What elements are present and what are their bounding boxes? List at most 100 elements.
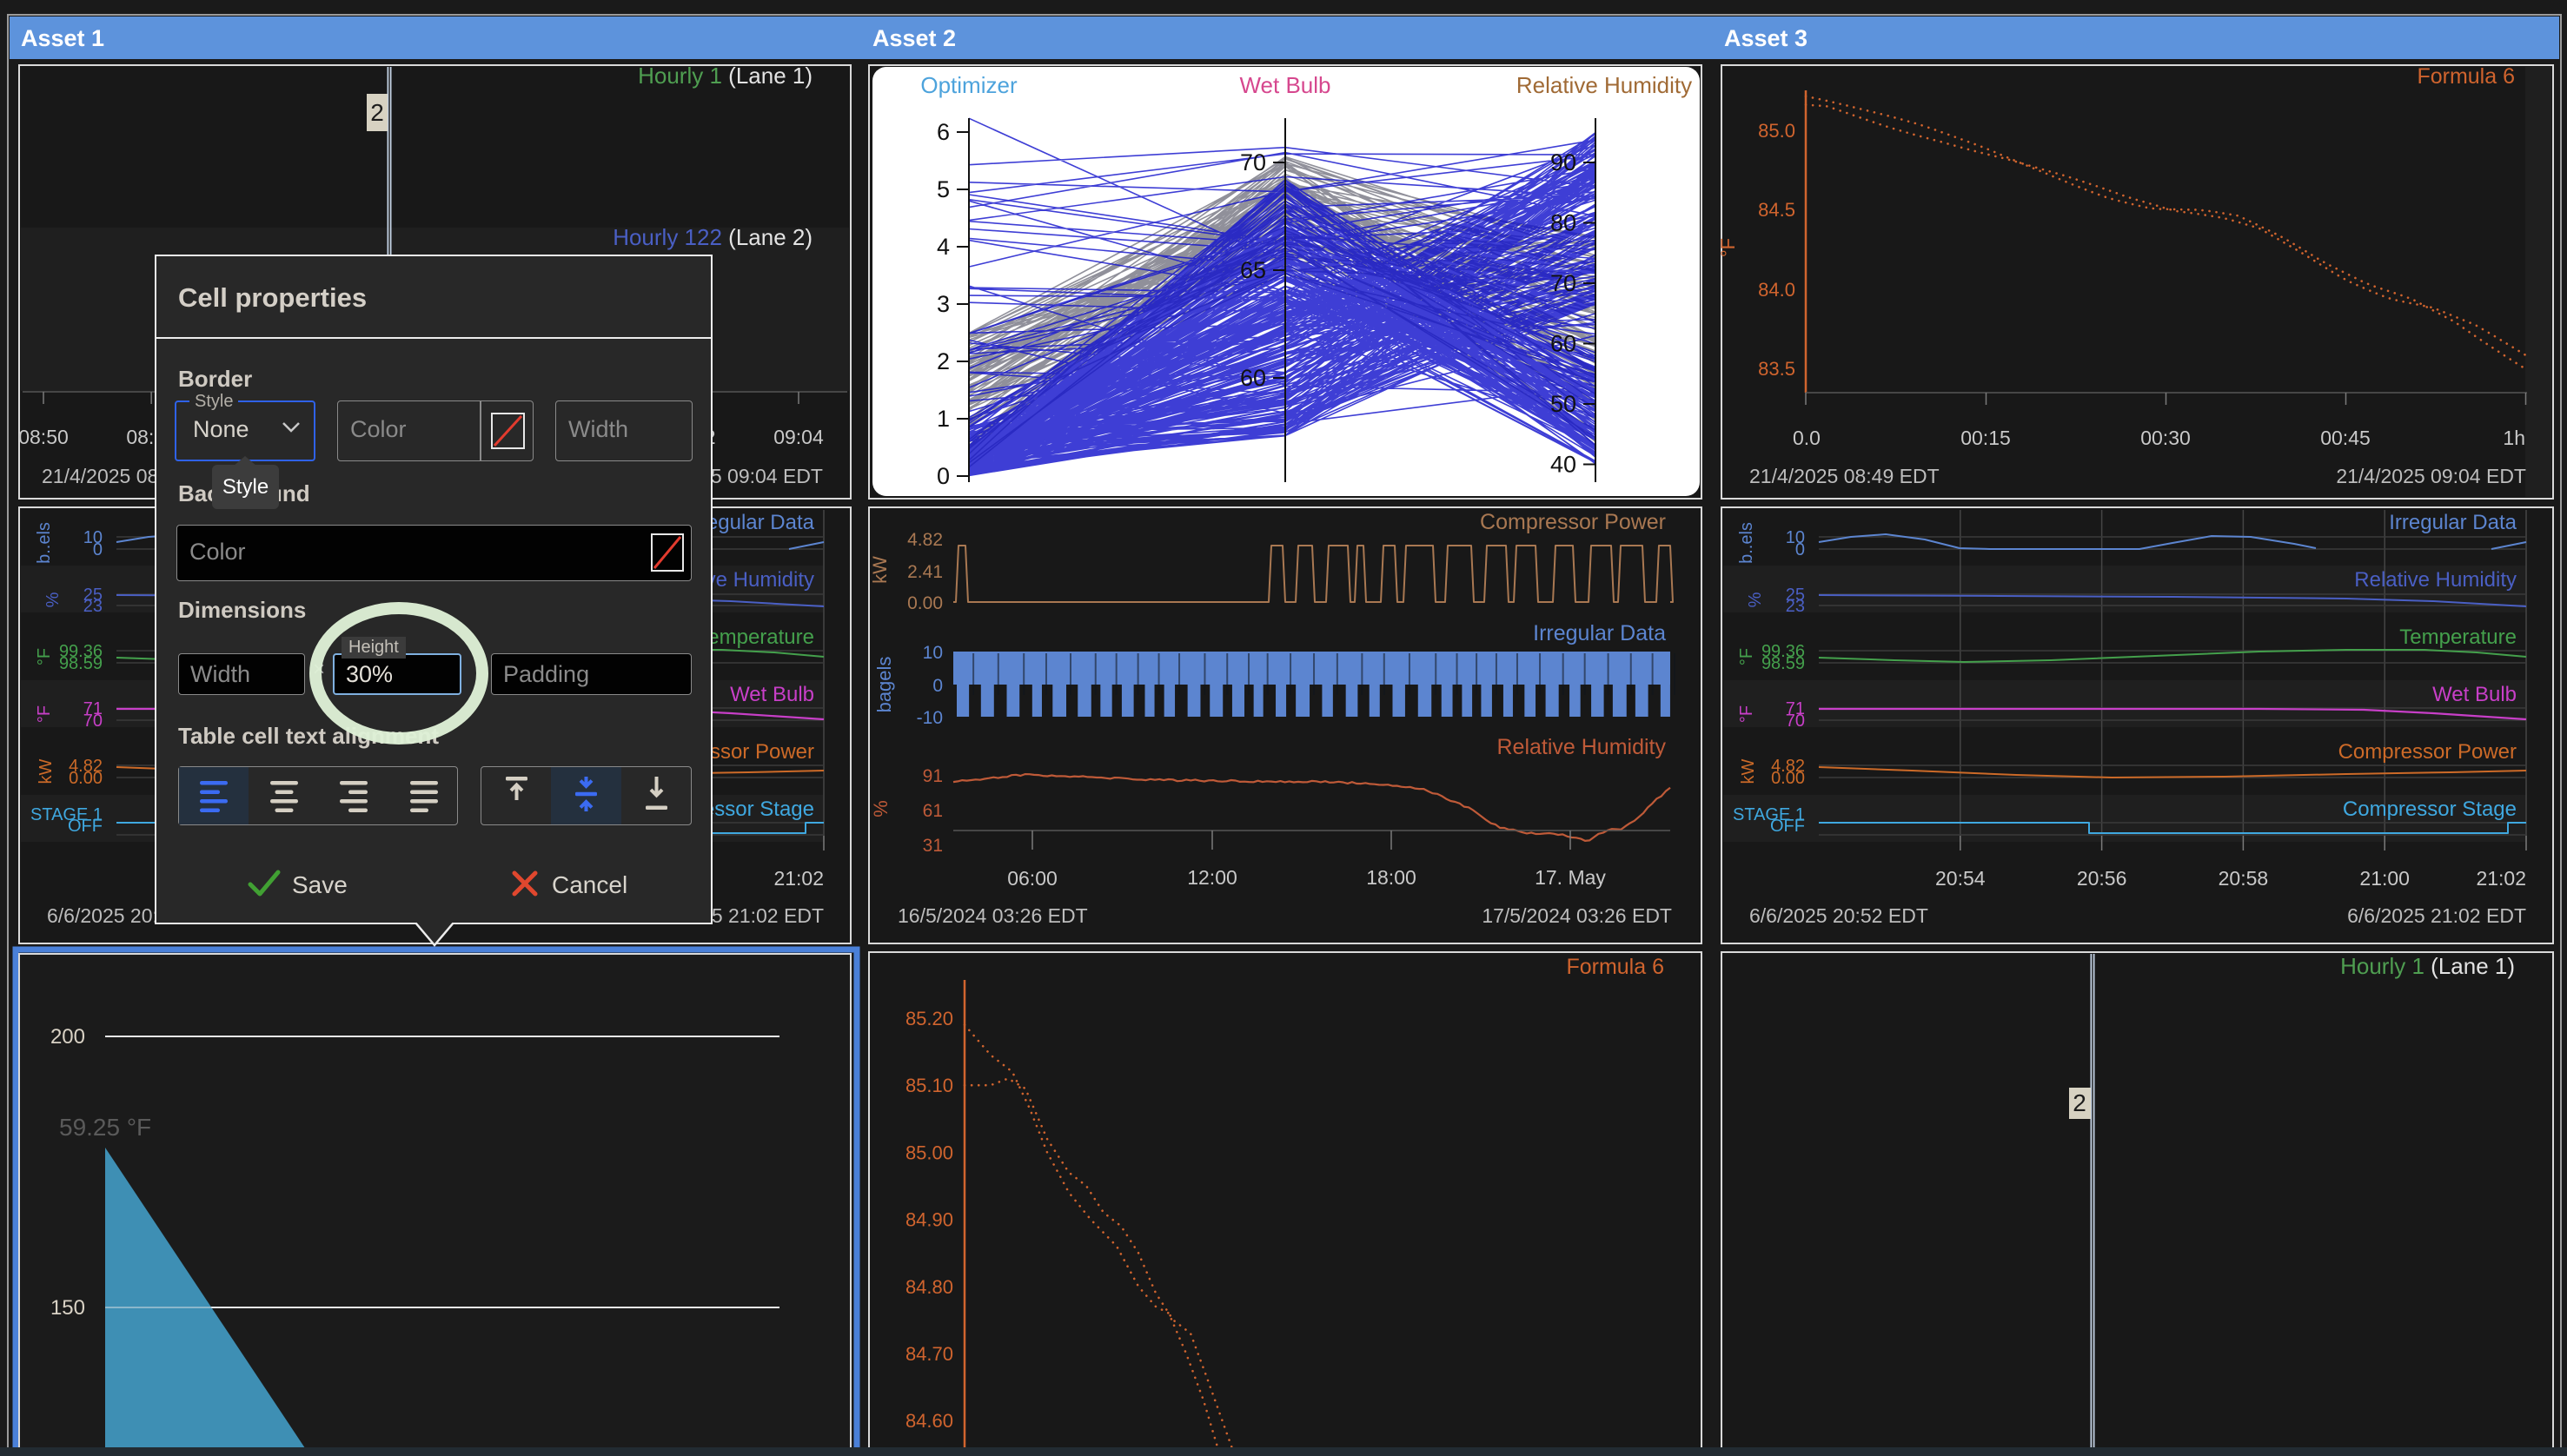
svg-text:6/6/2025 20:52 EDT: 6/6/2025 20:52 EDT <box>1749 904 1928 927</box>
svg-text:6/6/2025 21:02 EDT: 6/6/2025 21:02 EDT <box>2347 904 2526 927</box>
svg-text:Temperature: Temperature <box>2399 625 2517 649</box>
svg-text:0: 0 <box>932 676 943 696</box>
svg-text:17/5/2024 03:26 EDT: 17/5/2024 03:26 EDT <box>1482 904 1672 927</box>
svg-text:6: 6 <box>937 119 950 145</box>
svg-text:Hourly 122 (Lane 2): Hourly 122 (Lane 2) <box>613 224 813 250</box>
svg-text:85.10: 85.10 <box>905 1075 953 1096</box>
svg-text:Wet Bulb: Wet Bulb <box>730 683 814 706</box>
svg-text:150: 150 <box>50 1296 85 1320</box>
svg-text:84.5: 84.5 <box>1758 199 1795 221</box>
svg-text:OFF: OFF <box>68 817 103 836</box>
svg-text:21:02: 21:02 <box>773 867 824 890</box>
svg-text:°F: °F <box>1717 238 1739 257</box>
svg-text:85.00: 85.00 <box>905 1142 953 1163</box>
svg-text:Temperature: Temperature <box>697 625 814 649</box>
svg-text:°F: °F <box>35 705 54 723</box>
svg-text:Asset 2: Asset 2 <box>872 25 956 51</box>
svg-text:200: 200 <box>50 1025 85 1049</box>
svg-text:-10: -10 <box>917 708 943 728</box>
svg-text:Irregular Data: Irregular Data <box>2389 511 2517 534</box>
svg-text:84.90: 84.90 <box>905 1209 953 1231</box>
svg-text:60: 60 <box>1550 331 1576 357</box>
svg-text:98.59: 98.59 <box>1761 654 1805 673</box>
svg-text:4.82: 4.82 <box>907 530 943 550</box>
svg-text:08:50: 08:50 <box>18 426 69 448</box>
svg-text:bagels: bagels <box>873 657 895 713</box>
svg-text:80: 80 <box>1550 210 1576 236</box>
svg-text:Optimizer: Optimizer <box>920 72 1018 98</box>
svg-text:Irregular Data: Irregular Data <box>1533 621 1666 645</box>
svg-text:98.59: 98.59 <box>59 654 103 673</box>
svg-text:10: 10 <box>923 643 943 663</box>
svg-text:2: 2 <box>937 348 950 374</box>
svg-text:16/5/2024 03:26 EDT: 16/5/2024 03:26 EDT <box>898 904 1088 927</box>
svg-text:21/4/2025 09:04 EDT: 21/4/2025 09:04 EDT <box>2336 465 2526 487</box>
svg-text:21/4/2025 08:49 EDT: 21/4/2025 08:49 EDT <box>1749 465 1940 487</box>
svg-text:Compressor Power: Compressor Power <box>2338 740 2517 764</box>
svg-text:23: 23 <box>83 597 103 616</box>
svg-text:Hourly 1 (Lane 1): Hourly 1 (Lane 1) <box>2340 953 2515 979</box>
svg-text:20:54: 20:54 <box>1935 867 1986 890</box>
svg-text:85.0: 85.0 <box>1758 120 1795 142</box>
svg-text:09:04: 09:04 <box>773 426 824 448</box>
svg-text:0: 0 <box>937 463 950 489</box>
svg-text:65: 65 <box>1240 257 1266 283</box>
svg-text:%: % <box>1746 592 1765 607</box>
svg-text:61: 61 <box>923 801 943 821</box>
svg-text:2: 2 <box>2073 1089 2086 1116</box>
svg-text:b..els: b..els <box>35 522 54 564</box>
svg-text:Asset 3: Asset 3 <box>1724 25 1808 51</box>
svg-text:06:00: 06:00 <box>1007 867 1058 890</box>
svg-text:Asset 1: Asset 1 <box>21 25 104 51</box>
svg-text:0.0: 0.0 <box>1793 427 1821 449</box>
svg-text:83.5: 83.5 <box>1758 358 1795 380</box>
svg-text:Compressor Stage: Compressor Stage <box>2343 797 2517 821</box>
svg-text:40: 40 <box>1550 452 1576 478</box>
svg-text:Relative Humidity: Relative Humidity <box>1516 72 1692 98</box>
svg-text:70: 70 <box>1240 149 1266 175</box>
svg-text:21:00: 21:00 <box>2359 867 2410 890</box>
svg-text:00:45: 00:45 <box>2320 427 2371 449</box>
svg-text:0.00: 0.00 <box>1771 769 1805 788</box>
svg-text:20:56: 20:56 <box>2077 867 2127 890</box>
svg-text:17. May: 17. May <box>1535 866 1606 889</box>
svg-text:b..els: b..els <box>1737 522 1756 564</box>
svg-text:60: 60 <box>1240 365 1266 391</box>
svg-text:70: 70 <box>1786 711 1805 731</box>
svg-text:Formula 6: Formula 6 <box>2417 64 2515 89</box>
svg-text:31: 31 <box>923 836 943 856</box>
svg-text:90: 90 <box>1550 149 1576 175</box>
svg-text:00:15: 00:15 <box>1960 427 2011 449</box>
svg-text:84.60: 84.60 <box>905 1410 953 1432</box>
svg-text:59.25 °F: 59.25 °F <box>59 1114 151 1141</box>
svg-text:85.20: 85.20 <box>905 1008 953 1029</box>
svg-text:°F: °F <box>1737 705 1756 723</box>
svg-text:84.80: 84.80 <box>905 1276 953 1298</box>
svg-text:12:00: 12:00 <box>1187 866 1237 889</box>
svg-text:70: 70 <box>1550 270 1576 296</box>
svg-text:%: % <box>870 800 892 817</box>
svg-text:0: 0 <box>93 540 103 559</box>
svg-text:°F: °F <box>1737 648 1756 665</box>
svg-text:1h: 1h <box>2503 427 2525 449</box>
svg-text:Relative Humidity: Relative Humidity <box>2354 568 2517 592</box>
svg-text:50: 50 <box>1550 391 1576 417</box>
svg-text:kW: kW <box>869 556 891 584</box>
svg-text:Wet Bulb: Wet Bulb <box>1239 72 1330 98</box>
svg-text:Wet Bulb: Wet Bulb <box>2432 683 2517 706</box>
svg-text:84.70: 84.70 <box>905 1343 953 1365</box>
svg-text:21:02: 21:02 <box>2476 867 2526 890</box>
svg-text:23: 23 <box>1786 597 1805 616</box>
svg-text:Formula 6: Formula 6 <box>1566 955 1664 979</box>
svg-text:18:00: 18:00 <box>1366 866 1416 889</box>
svg-text:Compressor Power: Compressor Power <box>1480 510 1666 534</box>
svg-text:kW: kW <box>1739 758 1758 784</box>
svg-text:1: 1 <box>937 406 950 432</box>
svg-text:Hourly 1 (Lane 1): Hourly 1 (Lane 1) <box>638 63 813 89</box>
svg-text:°F: °F <box>35 648 54 665</box>
svg-text:2.41: 2.41 <box>907 562 943 582</box>
svg-text:kW: kW <box>36 758 56 784</box>
svg-text:4: 4 <box>937 234 950 260</box>
svg-text:0.00: 0.00 <box>69 769 103 788</box>
svg-text:00:30: 00:30 <box>2140 427 2191 449</box>
